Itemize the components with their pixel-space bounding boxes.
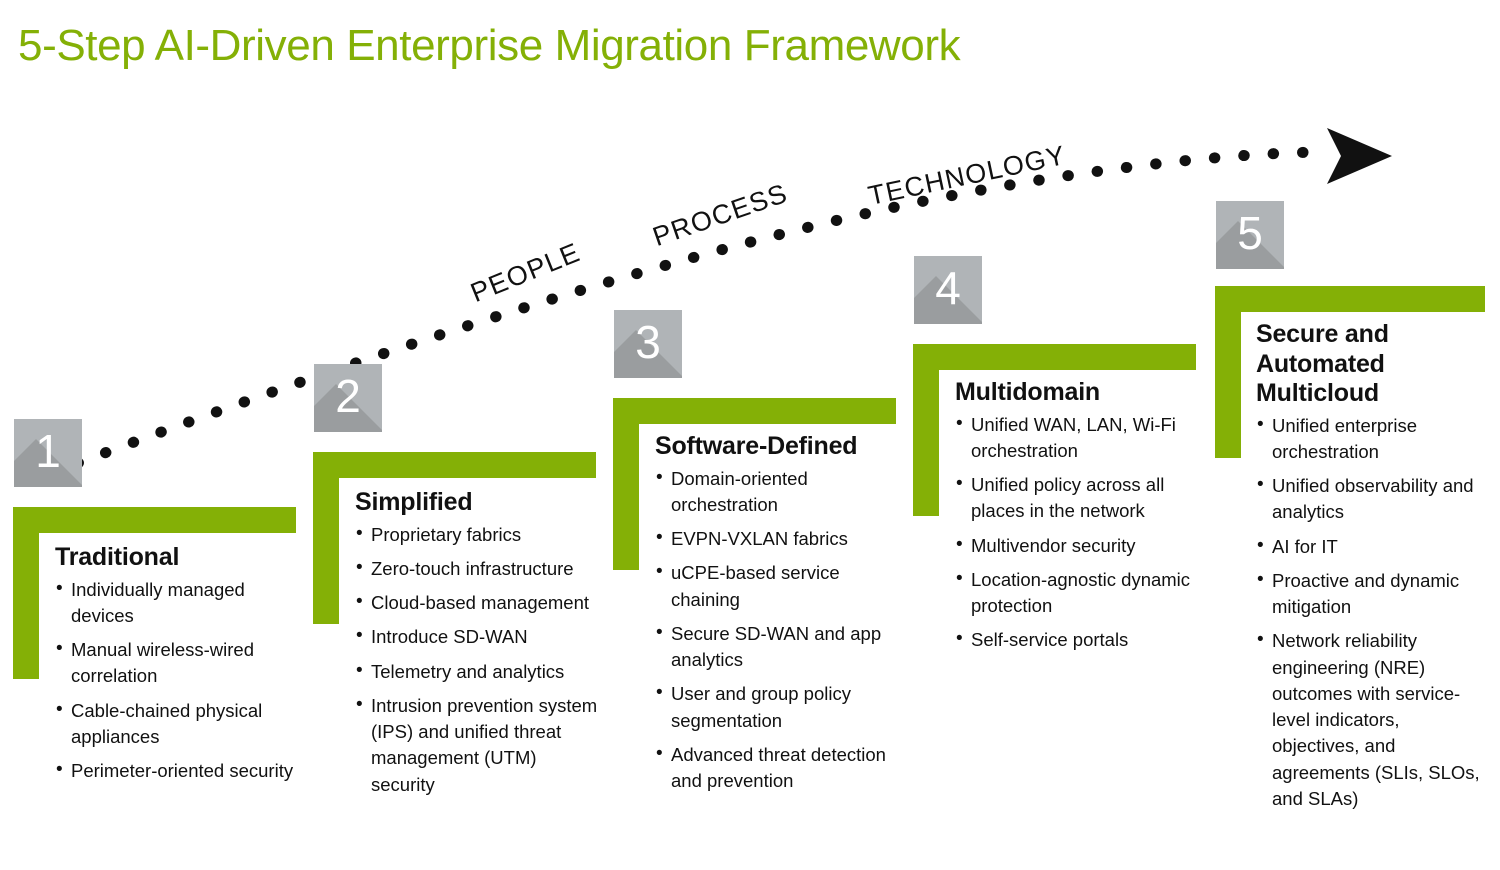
list-item: Unified WAN, LAN, Wi-Fi orchestration xyxy=(955,411,1203,465)
list-item: Location-agnostic dynamic protection xyxy=(955,566,1203,620)
step-1-heading: Traditional xyxy=(55,543,180,571)
step-5-heading: Secure and Automated Multicloud xyxy=(1256,320,1389,407)
infographic-canvas: 5-Step AI-Driven Enterprise Migration Fr… xyxy=(0,0,1500,870)
arrow-label-technology: TECHNOLOGY xyxy=(865,139,1069,212)
list-item: Manual wireless-wired correlation xyxy=(55,636,300,690)
list-item: Self-service portals xyxy=(955,626,1203,653)
step-2-bullet-list: Proprietary fabrics Zero-touch infrastru… xyxy=(355,520,603,798)
step-5-bracket-top xyxy=(1215,286,1485,312)
step-3-bullet-list: Domain-oriented orchestration EVPN-VXLAN… xyxy=(655,465,910,795)
step-1-panel: Traditional Individually managed devices… xyxy=(55,543,300,792)
step-3-panel: Software-Defined Domain-oriented orchest… xyxy=(655,432,910,802)
list-item: Introduce SD-WAN xyxy=(355,623,603,650)
step-5-bullet-list: Unified enterprise orchestration Unified… xyxy=(1256,412,1486,813)
list-item: Secure SD-WAN and app analytics xyxy=(655,620,910,674)
arrow-label-process: PROCESS xyxy=(648,177,792,253)
step-3-number-badge: 3 xyxy=(614,310,682,378)
list-item: Telemetry and analytics xyxy=(355,658,603,685)
step-1-bracket-top xyxy=(13,507,296,533)
list-item: Perimeter-oriented security xyxy=(55,757,300,784)
step-2-bracket-top xyxy=(313,452,596,478)
step-4-number-badge: 4 xyxy=(914,256,982,324)
step-4-bracket-top xyxy=(913,344,1196,370)
list-item: Unified enterprise orchestration xyxy=(1256,412,1486,466)
step-4-panel: Multidomain Unified WAN, LAN, Wi-Fi orch… xyxy=(955,378,1203,662)
step-2-bracket-left xyxy=(313,452,339,624)
step-2-panel: Simplified Proprietary fabrics Zero-touc… xyxy=(355,488,603,806)
step-3-bracket-left xyxy=(613,398,639,570)
step-2-number-badge: 2 xyxy=(314,364,382,432)
step-3-number: 3 xyxy=(635,316,661,368)
step-3-bracket-top xyxy=(613,398,896,424)
step-1-bullet-list: Individually managed devices Manual wire… xyxy=(55,576,300,785)
list-item: AI for IT xyxy=(1256,533,1486,560)
list-item: Intrusion prevention system (IPS) and un… xyxy=(355,692,603,798)
list-item: Proprietary fabrics xyxy=(355,520,603,548)
list-item: Individually managed devices xyxy=(55,576,300,630)
list-item: uCPE-based service chaining xyxy=(655,559,910,613)
step-3-heading: Software-Defined xyxy=(655,432,858,460)
list-item: User and group policy segmentation xyxy=(655,680,910,734)
step-5-number-badge: 5 xyxy=(1216,201,1284,269)
step-5-panel: Secure and Automated Multicloud Unified … xyxy=(1256,320,1486,820)
list-item: Cloud-based management xyxy=(355,589,603,616)
step-1-number: 1 xyxy=(35,425,61,477)
list-item: Multivendor security xyxy=(955,532,1203,559)
step-5-bracket-left xyxy=(1215,286,1241,458)
list-item: Advanced threat detection and prevention xyxy=(655,741,910,795)
step-4-bullet-list: Unified WAN, LAN, Wi-Fi orchestration Un… xyxy=(955,411,1203,654)
list-item: Unified observability and analytics xyxy=(1256,472,1486,526)
step-4-heading: Multidomain xyxy=(955,378,1101,406)
step-2-heading: Simplified xyxy=(355,488,473,516)
list-item: Proactive and dynamic mitigation xyxy=(1256,567,1486,621)
step-1-bracket-left xyxy=(13,507,39,679)
list-item: Zero-touch infrastructure xyxy=(355,555,603,582)
step-1-number-badge: 1 xyxy=(14,419,82,487)
step-4-number: 4 xyxy=(935,262,961,314)
list-item: Domain-oriented orchestration xyxy=(655,465,910,519)
arrow-label-people: PEOPLE xyxy=(466,237,585,309)
list-item: Unified policy across all places in the … xyxy=(955,471,1203,525)
list-item: EVPN-VXLAN fabrics xyxy=(655,525,910,552)
page-title: 5-Step AI-Driven Enterprise Migration Fr… xyxy=(18,21,961,70)
step-5-number: 5 xyxy=(1237,207,1263,259)
list-item: Cable-chained physical appliances xyxy=(55,697,300,751)
step-2-number: 2 xyxy=(335,370,361,422)
list-item: Network reliability engineering (NRE) ou… xyxy=(1256,627,1486,812)
step-4-bracket-left xyxy=(913,344,939,516)
